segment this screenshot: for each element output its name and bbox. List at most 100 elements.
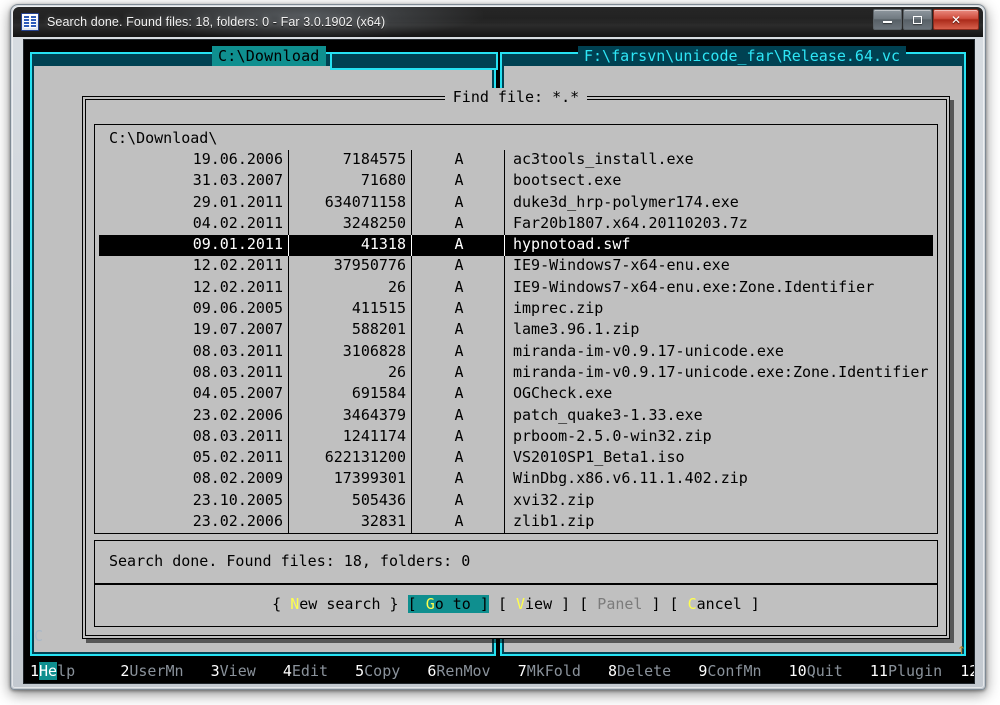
table-row[interactable]: 31.03.200771680Abootsect.exe (99, 171, 933, 192)
scroll-up-arrow[interactable]: ↑ (957, 642, 966, 656)
table-row[interactable]: 23.10.2005505436Axvi32.zip (99, 491, 933, 512)
results-rows[interactable]: 19.06.20067184575Aac3tools_install.exe31… (99, 150, 933, 533)
minimize-button[interactable] (873, 9, 902, 30)
column-separator (288, 299, 289, 320)
keybar-item-f12[interactable]: 12Screen (960, 662, 975, 680)
cell-size: 3106828 (290, 342, 412, 360)
keybar-gap (75, 662, 120, 680)
results-list[interactable]: C:\Download\ 19.06.20067184575Aac3tools_… (94, 124, 938, 534)
dialog-buttons-panel: { New search } [ Go to ] [ View ] [ Pane… (94, 584, 938, 627)
new-search-button[interactable]: { New search } (272, 595, 398, 613)
table-row[interactable]: 12.02.201137950776AIE9-Windows7-x64-enu.… (99, 256, 933, 277)
cell-filename: IE9-Windows7-x64-enu.exe:Zone.Identifier (506, 278, 933, 296)
table-row[interactable]: 23.02.200632831Azlib1.zip (99, 512, 933, 533)
column-separator (411, 214, 412, 235)
column-separator (288, 427, 289, 448)
table-row[interactable]: 19.06.20067184575Aac3tools_install.exe (99, 150, 933, 171)
column-separator (411, 150, 412, 171)
column-separator (504, 491, 505, 512)
dialog-buttons-row: { New search } [ Go to ] [ View ] [ Pane… (95, 595, 937, 613)
button-bracket-open: [ (408, 595, 426, 613)
window-title: Search done. Found files: 18, folders: 0… (47, 7, 385, 37)
cell-size: 634071158 (290, 193, 412, 211)
keybar-key-label: Delete (617, 662, 671, 680)
column-separator (288, 150, 289, 171)
table-row[interactable]: 08.03.20113106828Amiranda-im-v0.9.17-uni… (99, 342, 933, 363)
keybar-item-f7[interactable]: 7MkFold (518, 662, 608, 680)
left-panel-tab[interactable]: C:\Download (212, 46, 326, 66)
cell-attributes: A (413, 171, 505, 189)
table-row[interactable]: 23.02.20063464379Apatch_quake3-1.33.exe (99, 406, 933, 427)
cell-size: 622131200 (290, 448, 412, 466)
keybar-item-f5[interactable]: 5Copy (355, 662, 427, 680)
go-to-button[interactable]: [ Go to ] (408, 595, 489, 613)
close-button[interactable]: ✕ (933, 9, 979, 30)
column-separator (504, 512, 505, 533)
column-separator (411, 448, 412, 469)
right-panel-title[interactable]: F:\farsvn\unicode_far\Release.64.vc (578, 46, 906, 66)
keybar-key-label: Edit (292, 662, 328, 680)
maximize-button[interactable] (903, 9, 932, 30)
cell-date: 04.02.2011 (99, 214, 289, 232)
function-key-bar[interactable]: 1Help 2UserMn 3View 4Edit 5Copy 6RenMov … (30, 660, 970, 682)
keybar-gap (581, 662, 608, 680)
keybar-item-f8[interactable]: 8Delete (608, 662, 698, 680)
keybar-key-label: Copy (364, 662, 400, 680)
column-separator (411, 427, 412, 448)
results-path-header: C:\Download\ (109, 129, 217, 147)
keybar-key-label-rest: lp (57, 662, 75, 680)
keybar-item-f1[interactable]: 1Help (30, 662, 120, 680)
keybar-item-f2[interactable]: 2UserMn (120, 662, 210, 680)
cell-attributes: A (413, 363, 505, 381)
table-row[interactable]: 04.02.20113248250AFar20b1807.x64.2011020… (99, 214, 933, 235)
far-manager-icon (21, 13, 39, 31)
table-row[interactable]: 09.06.2005411515Aimprec.zip (99, 299, 933, 320)
cell-attributes: A (413, 427, 505, 445)
column-separator (288, 214, 289, 235)
column-separator (288, 171, 289, 192)
keybar-key-label: View (220, 662, 256, 680)
view-button[interactable]: [ View ] (498, 595, 570, 613)
keybar-item-f10[interactable]: 10Quit (789, 662, 870, 680)
keybar-item-f6[interactable]: 6RenMov (427, 662, 517, 680)
cell-attributes: A (413, 256, 505, 274)
keybar-gap (491, 662, 518, 680)
table-row[interactable]: 19.07.2007588201Alame3.96.1.zip (99, 320, 933, 341)
button-bracket-close: ] (642, 595, 660, 613)
keybar-key-number: 7 (518, 662, 527, 680)
button-bracket-open: [ (498, 595, 516, 613)
button-hotkey: C (688, 595, 697, 613)
title-bar[interactable]: Search done. Found files: 18, folders: 0… (13, 7, 983, 37)
button-gap (661, 595, 670, 613)
table-row[interactable]: 12.02.201126AIE9-Windows7-x64-enu.exe:Zo… (99, 278, 933, 299)
table-row[interactable]: 08.03.201126Amiranda-im-v0.9.17-unicode.… (99, 363, 933, 384)
keybar-key-number: 5 (355, 662, 364, 680)
column-separator (288, 384, 289, 405)
column-separator (288, 406, 289, 427)
cell-attributes: A (413, 512, 505, 530)
column-separator (504, 171, 505, 192)
cell-attributes: A (413, 214, 505, 232)
button-bracket-close: ] (742, 595, 760, 613)
keybar-item-f3[interactable]: 3View (211, 662, 283, 680)
column-separator (288, 256, 289, 277)
cancel-button[interactable]: [ Cancel ] (670, 595, 760, 613)
keybar-gap (184, 662, 211, 680)
cell-attributes: A (413, 406, 505, 424)
keybar-item-f4[interactable]: 4Edit (283, 662, 355, 680)
table-row[interactable]: 08.03.20111241174Aprboom-2.5.0-win32.zip (99, 427, 933, 448)
cell-attributes: A (413, 342, 505, 360)
dialog-title-text: Find file: *.* (445, 88, 587, 106)
keybar-item-f9[interactable]: 9ConfMn (698, 662, 788, 680)
table-row[interactable]: 08.02.200917399301AWinDbg.x86.v6.11.1.40… (99, 469, 933, 490)
table-row[interactable]: 09.01.201141318Ahypnotoad.swf (99, 235, 933, 256)
table-row[interactable]: 29.01.2011634071158Aduke3d_hrp-polymer17… (99, 193, 933, 214)
button-hotkey: V (516, 595, 525, 613)
table-row[interactable]: 05.02.2011622131200AVS2010SP1_Beta1.iso (99, 448, 933, 469)
column-separator (288, 448, 289, 469)
cell-date: 29.01.2011 (99, 193, 289, 211)
keybar-item-f11[interactable]: 11Plugin (870, 662, 960, 680)
table-row[interactable]: 04.05.2007691584AOGCheck.exe (99, 384, 933, 405)
keybar-key-label: MkFold (527, 662, 581, 680)
keybar-key-label-highlight: He (39, 662, 57, 680)
